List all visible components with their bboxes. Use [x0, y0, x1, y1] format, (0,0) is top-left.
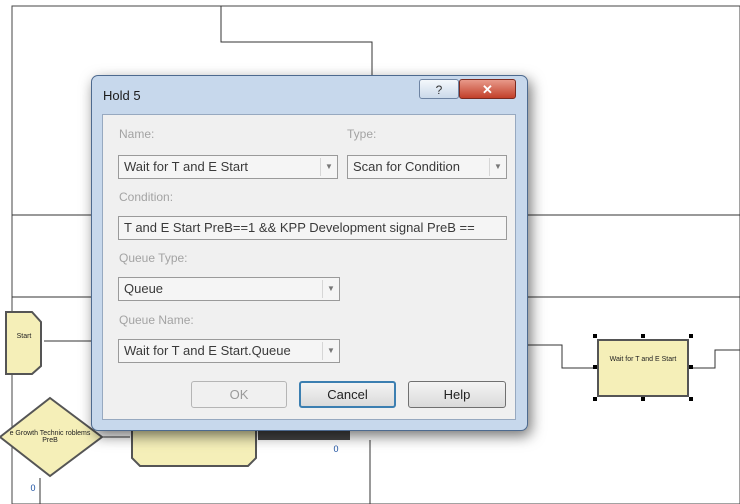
name-combobox[interactable]: Wait for T and E Start ▼	[118, 155, 338, 179]
selection-handle[interactable]	[689, 397, 693, 401]
type-combobox[interactable]: Scan for Condition ▼	[347, 155, 507, 179]
name-value: Wait for T and E Start	[124, 159, 249, 174]
decide-module-label: e Growth Technic roblems PreB	[9, 430, 91, 444]
condition-value: T and E Start PreB==1 && KPP Development…	[124, 220, 475, 235]
close-icon: ✕	[482, 82, 493, 97]
question-icon: ?	[435, 83, 443, 97]
selection-handle[interactable]	[641, 334, 645, 338]
dialog-title: Hold 5	[103, 88, 141, 103]
station-module-label: Start	[16, 333, 32, 340]
queue-type-label: Queue Type:	[119, 251, 188, 265]
dialog-client-area: Name: Type: Wait for T and E Start ▼ Sca…	[102, 114, 516, 420]
selection-handle[interactable]	[689, 365, 693, 369]
selection-handle[interactable]	[689, 334, 693, 338]
hold-module-label: Wait for T and E Start	[609, 356, 677, 363]
selection-handle[interactable]	[593, 397, 597, 401]
hold-dialog: Hold 5 ? ✕ Name: Type: Wait for T and E …	[91, 75, 528, 431]
close-button[interactable]: ✕	[459, 79, 516, 99]
chevron-down-icon[interactable]: ▼	[320, 158, 337, 176]
condition-input[interactable]: T and E Start PreB==1 && KPP Development…	[118, 216, 507, 240]
type-label: Type:	[347, 127, 377, 141]
queue-type-value: Queue	[124, 281, 164, 296]
context-help-button[interactable]: ?	[419, 79, 459, 99]
queue-name-label: Queue Name:	[119, 313, 194, 327]
chevron-down-icon[interactable]: ▼	[322, 280, 339, 298]
condition-label: Condition:	[119, 190, 174, 204]
selection-handle[interactable]	[593, 334, 597, 338]
ok-button[interactable]: OK	[191, 381, 287, 408]
counter-left: 0	[30, 483, 36, 493]
selection-handle[interactable]	[593, 365, 597, 369]
counter-mid: 0	[333, 444, 339, 454]
station-module-shape[interactable]	[5, 311, 42, 375]
queue-name-combobox[interactable]: Wait for T and E Start.Queue ▼	[118, 339, 340, 363]
selection-handle[interactable]	[641, 397, 645, 401]
chevron-down-icon[interactable]: ▼	[489, 158, 506, 176]
hold-module-shape[interactable]	[597, 339, 689, 397]
dialog-titlebar[interactable]: Hold 5 ? ✕	[92, 76, 527, 112]
help-button[interactable]: Help	[408, 381, 506, 408]
type-value: Scan for Condition	[353, 159, 460, 174]
name-label: Name:	[119, 127, 155, 141]
chevron-down-icon[interactable]: ▼	[322, 342, 339, 360]
queue-type-combobox[interactable]: Queue ▼	[118, 277, 340, 301]
queue-bar	[258, 430, 350, 440]
cancel-button[interactable]: Cancel	[299, 381, 396, 408]
queue-name-value: Wait for T and E Start.Queue	[124, 343, 291, 358]
